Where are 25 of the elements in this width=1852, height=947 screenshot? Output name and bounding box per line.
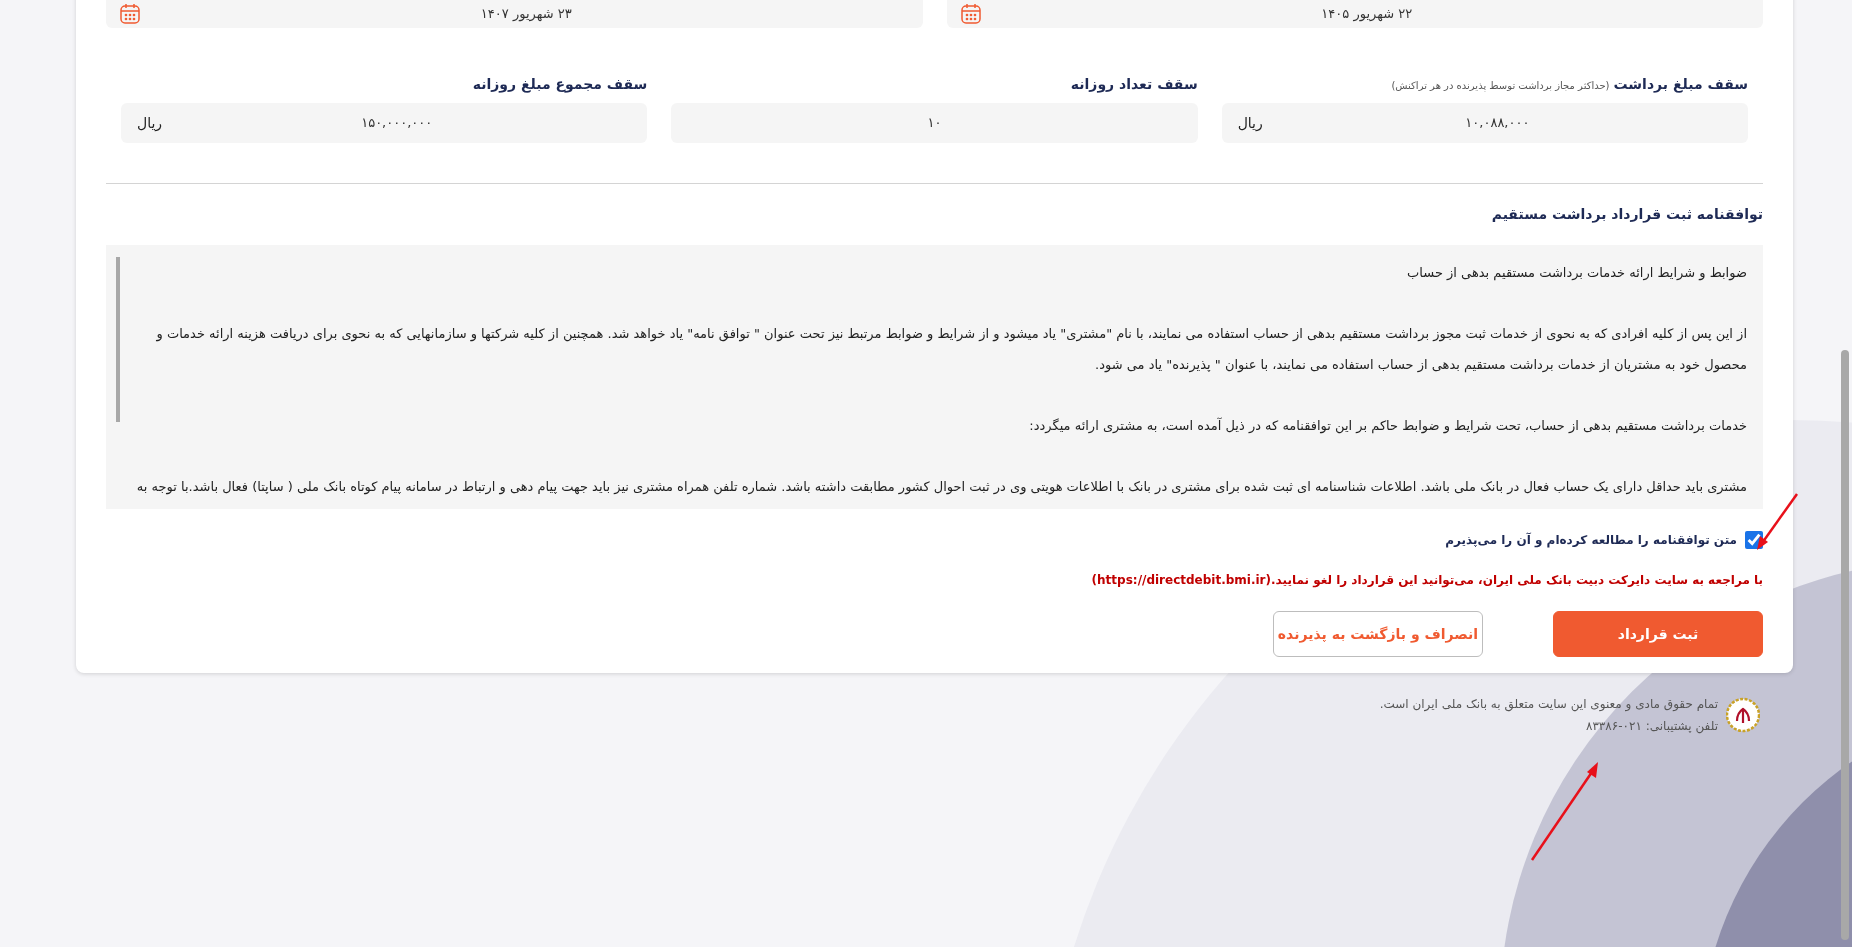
agreement-title: توافقنامه ثبت قرارداد برداشت مستقیم bbox=[1490, 205, 1763, 225]
date-field[interactable]: ۲۲ شهریور ۱۴۰۵ bbox=[946, 0, 1763, 28]
date-field[interactable]: ۲۳ شهریور ۱۴۰۷ bbox=[106, 0, 923, 28]
bank-logo-icon bbox=[1726, 695, 1760, 735]
cancel-notice: با مراجعه به سایت دایرکت دبیت بانک ملی ایران، می‌توانید این قرارداد را لغو نمایید.(https://directdebit.bmi.ir) bbox=[1090, 572, 1763, 589]
support-phone-text: تلفن پشتیبانی: ۰۲۱-۸۳۳۸۶ bbox=[1584, 718, 1718, 735]
copyright-text: تمام حقوق مادی و معنوی این سایت متعلق به بانک ملی ایران است. bbox=[1379, 696, 1718, 713]
scrollbar-thumb[interactable] bbox=[116, 257, 120, 422]
calendar-icon[interactable] bbox=[118, 2, 142, 26]
field-hint: (حداکثر مجاز برداشت توسط پذیرنده در هر تراکنش) bbox=[1391, 79, 1610, 93]
scrollbar-thumb[interactable] bbox=[1841, 350, 1849, 940]
agreement-paragraph: مشتری باید حداقل دارای یک حساب فعال در بانک ملی باشد. اطلاعات شناسنامه ای ثبت شده برای مشتری در بانک با اطلاعات هویتی وی در ثبت احوال کشور مطابقت داشته باشد. شماره تلفن همراه مشتری نیز باید جهت پیام دهی و ارتباط در سامانه پیام کوتاه بانک ملی ( ساپتا) فعال باشد.با توجه به bbox=[135, 478, 1747, 497]
agreement-paragraph: ضوابط و شرایط ارائه خدمات برداشت مستقیم بدهی از حساب bbox=[1406, 264, 1747, 283]
accept-checkbox[interactable] bbox=[1745, 531, 1763, 549]
field-label: سقف مبلغ برداشت bbox=[1613, 75, 1748, 95]
agreement-paragraph: از این پس از کلیه افرادی که به نحوی از خدمات ثبت مجوز برداشت مستقیم بدهی از حساب استفاده می نمایند، با نام "مشتری" یاد میشود و از شرایط و ضوابط مرتبط نیز تحت عنوان " توافق نامه" یاد خواهد شد. همچنین از کلیه شرکتها و سازمانهایی که به نحوی برای دریافت هزینه ارائه خدمات و محصول خود به مشتریان از خدمات برداشت مستقیم بدهی از حساب استفاده می نمایند، با عنوان " پذیرنده" یاد می شود. bbox=[155, 325, 1747, 375]
agreement-text-panel[interactable] bbox=[106, 245, 1763, 509]
field-label: سقف مجموع مبلغ روزانه bbox=[472, 75, 648, 95]
amount-field: ۱۰,۰۸۸,۰۰۰ ریال bbox=[1221, 103, 1748, 143]
accept-label: متن توافقنامه را مطالعه کرده‌ام و آن را می‌پذیرم bbox=[1445, 531, 1737, 549]
calendar-icon[interactable] bbox=[958, 2, 983, 26]
amount-field: ۱۵۰,۰۰۰,۰۰۰ ریال bbox=[121, 103, 648, 143]
agreement-paragraph: خدمات برداشت مستقیم بدهی از حساب، تحت شرایط و ضوابط حاکم بر این توافقنامه که در ذیل آمده است، به مشتری ارائه میگردد: bbox=[1028, 416, 1747, 436]
amount-field: ۱۰ bbox=[671, 103, 1198, 143]
field-label: سقف تعداد روزانه bbox=[1070, 75, 1198, 95]
